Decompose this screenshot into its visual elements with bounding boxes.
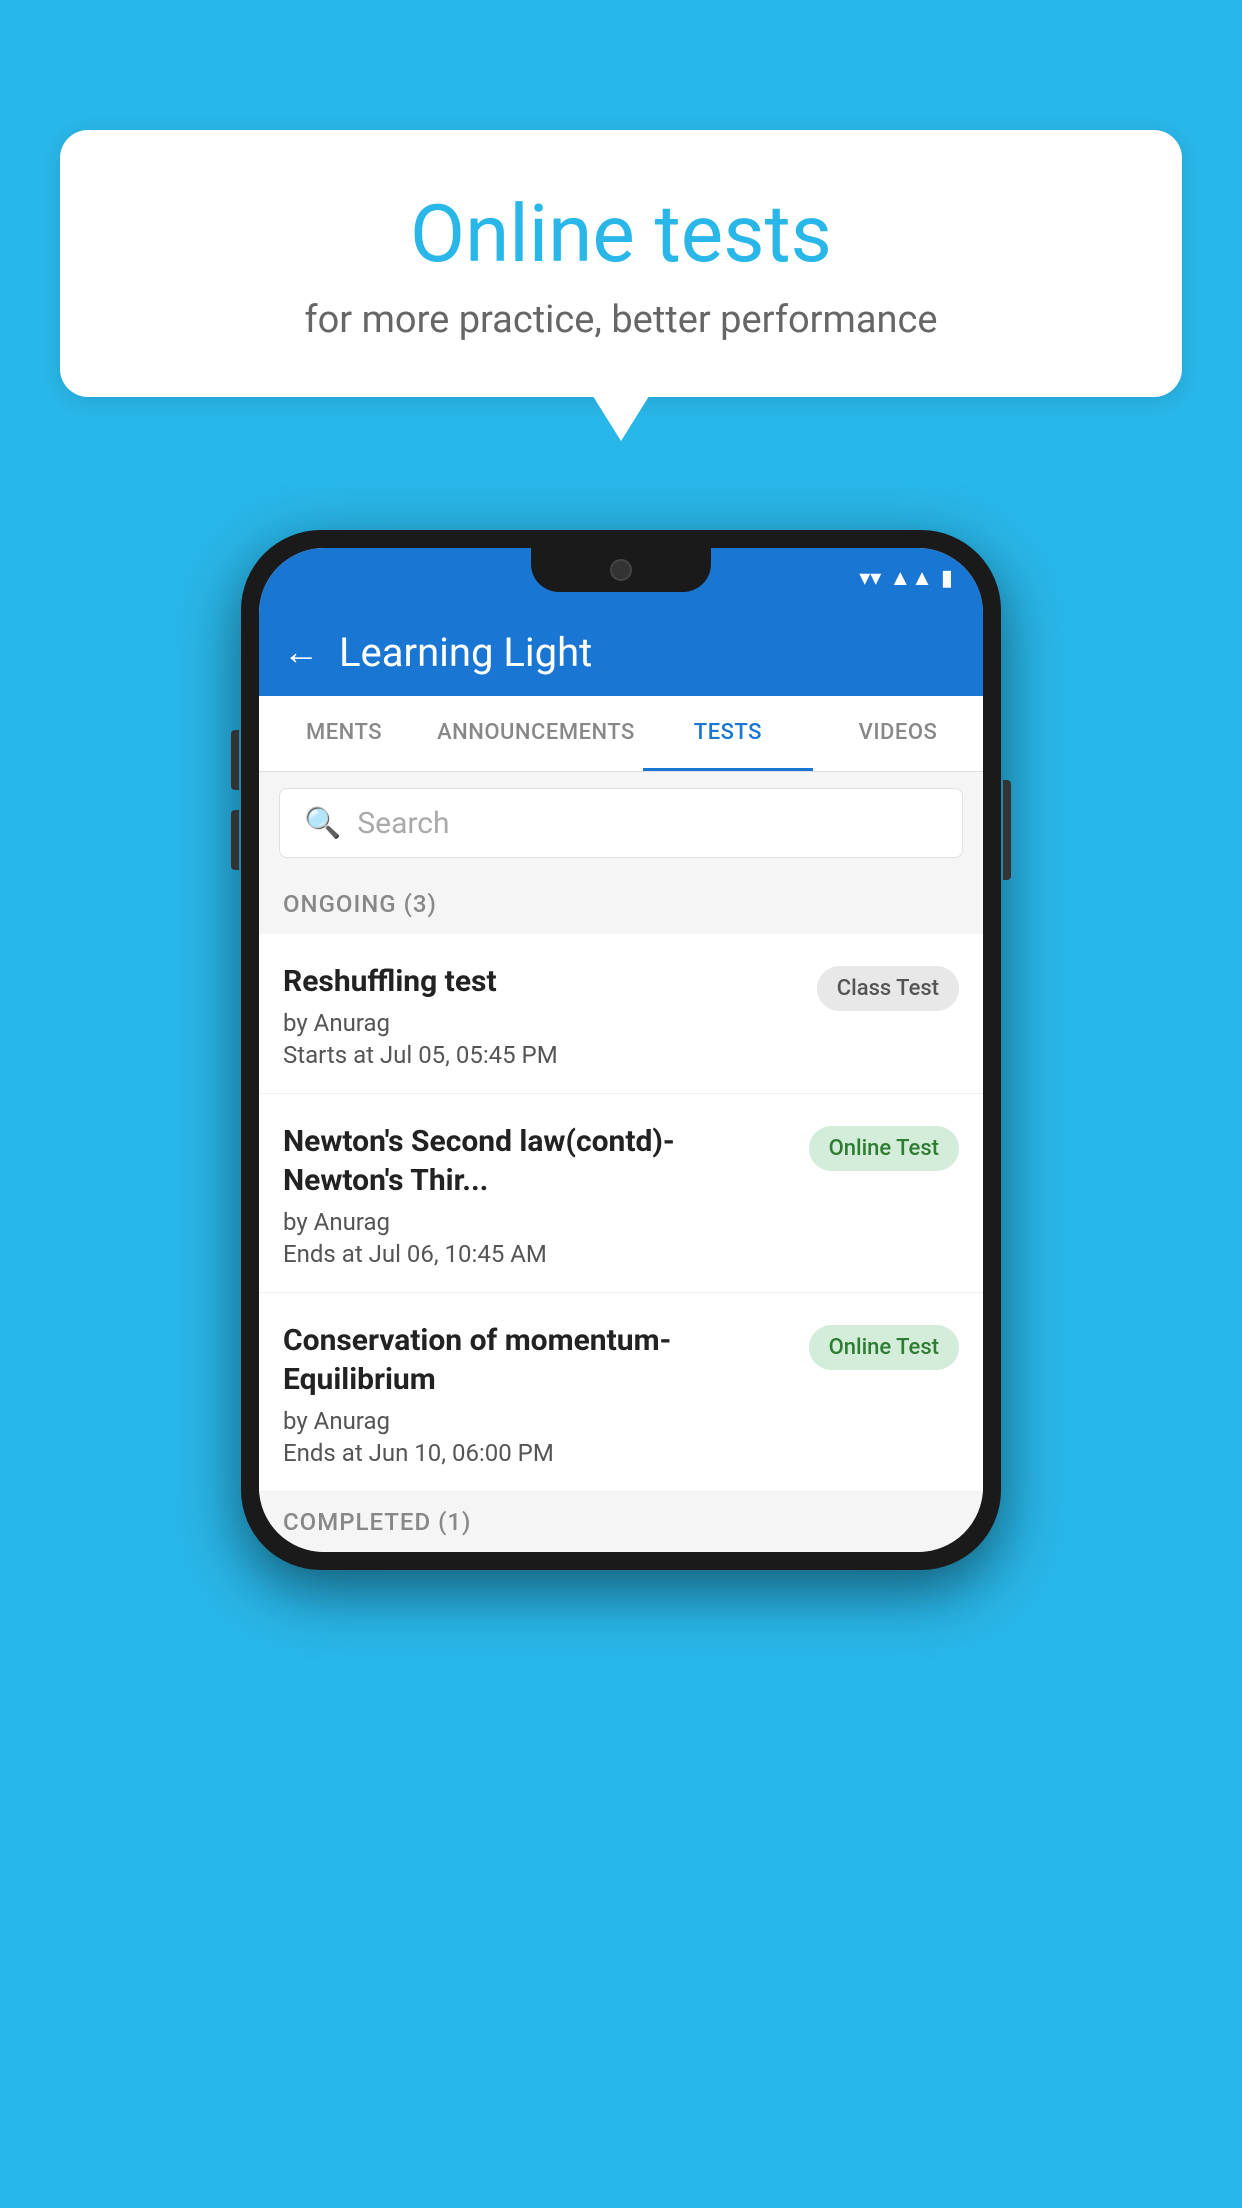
tests-list: Reshuffling test by Anurag Starts at Jul…	[259, 934, 983, 1492]
completed-section-header: COMPLETED (1)	[259, 1492, 983, 1552]
test-info: Reshuffling test by Anurag Starts at Jul…	[283, 962, 801, 1069]
test-info: Conservation of momentum-Equilibrium by …	[283, 1321, 793, 1467]
ongoing-section-header: ONGOING (3)	[259, 874, 983, 934]
test-date: Starts at Jul 05, 05:45 PM	[283, 1041, 801, 1069]
test-name: Conservation of momentum-Equilibrium	[283, 1321, 793, 1399]
power-button	[1003, 780, 1011, 880]
test-name: Newton's Second law(contd)-Newton's Thir…	[283, 1122, 793, 1200]
ongoing-label: ONGOING (3)	[283, 890, 437, 918]
test-date: Ends at Jul 06, 10:45 AM	[283, 1240, 793, 1268]
phone-screen: 14:29 ▾▾ ▲▲ ▮ ← Learning Light MENTS	[259, 548, 983, 1552]
header-title: Learning Light	[339, 629, 592, 676]
tabs-bar: MENTS ANNOUNCEMENTS TESTS VIDEOS	[259, 696, 983, 772]
volume-down-button	[231, 810, 239, 870]
list-item[interactable]: Reshuffling test by Anurag Starts at Jul…	[259, 934, 983, 1094]
volume-up-button	[231, 730, 239, 790]
tab-videos[interactable]: VIDEOS	[813, 696, 983, 771]
status-badge: Online Test	[809, 1325, 959, 1370]
signal-icon: ▲▲	[889, 565, 933, 591]
bubble-title: Online tests	[140, 190, 1102, 278]
status-icons: ▾▾ ▲▲ ▮	[859, 565, 953, 591]
status-badge: Class Test	[817, 966, 959, 1011]
test-author: by Anurag	[283, 1208, 793, 1236]
search-icon: 🔍	[304, 806, 341, 841]
completed-label: COMPLETED (1)	[283, 1508, 471, 1536]
search-input[interactable]: Search	[357, 806, 449, 841]
test-name: Reshuffling test	[283, 962, 801, 1001]
list-item[interactable]: Newton's Second law(contd)-Newton's Thir…	[259, 1094, 983, 1293]
promo-section: Online tests for more practice, better p…	[60, 130, 1182, 397]
test-info: Newton's Second law(contd)-Newton's Thir…	[283, 1122, 793, 1268]
tab-tests[interactable]: TESTS	[643, 696, 813, 771]
test-author: by Anurag	[283, 1009, 801, 1037]
status-badge: Online Test	[809, 1126, 959, 1171]
screen-content: 14:29 ▾▾ ▲▲ ▮ ← Learning Light MENTS	[259, 548, 983, 1552]
search-container: 🔍 Search	[259, 772, 983, 874]
tab-announcements[interactable]: ANNOUNCEMENTS	[429, 696, 643, 771]
tab-assignments[interactable]: MENTS	[259, 696, 429, 771]
front-camera	[610, 559, 632, 581]
wifi-icon: ▾▾	[859, 566, 881, 591]
speech-bubble: Online tests for more practice, better p…	[60, 130, 1182, 397]
phone-outer: 14:29 ▾▾ ▲▲ ▮ ← Learning Light MENTS	[241, 530, 1001, 1570]
phone-notch	[531, 548, 711, 592]
battery-icon: ▮	[941, 566, 953, 591]
back-button[interactable]: ←	[283, 631, 319, 673]
app-header: ← Learning Light	[259, 608, 983, 696]
test-date: Ends at Jun 10, 06:00 PM	[283, 1439, 793, 1467]
bubble-subtitle: for more practice, better performance	[140, 298, 1102, 342]
search-bar[interactable]: 🔍 Search	[279, 788, 963, 858]
test-author: by Anurag	[283, 1407, 793, 1435]
phone-mockup: 14:29 ▾▾ ▲▲ ▮ ← Learning Light MENTS	[241, 530, 1001, 1570]
list-item[interactable]: Conservation of momentum-Equilibrium by …	[259, 1293, 983, 1492]
